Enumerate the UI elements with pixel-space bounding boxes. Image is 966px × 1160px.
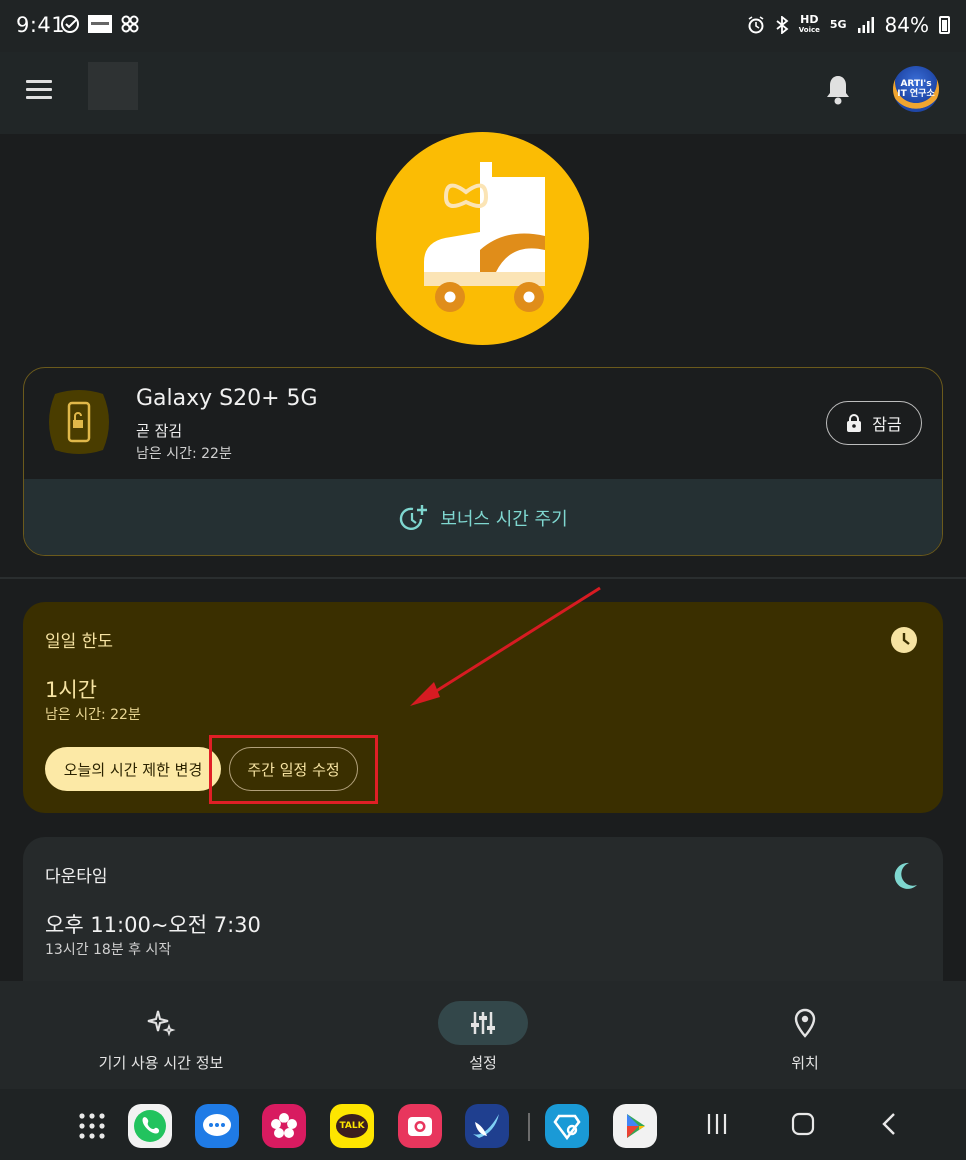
nav-icon-wrap: [760, 1001, 850, 1045]
sparkle-icon: [147, 1010, 176, 1037]
annotation-arrow: [410, 586, 601, 706]
section-divider: [0, 577, 966, 579]
status-time: 9:41: [16, 13, 66, 37]
dock-separator: [528, 1113, 530, 1141]
nav-item-screen-time[interactable]: 기기 사용 시간 정보: [0, 981, 322, 1089]
device-name: Galaxy S20+ 5G: [136, 386, 318, 411]
hd-voice-indicator: HD Voice: [798, 13, 820, 35]
roller-skate-icon: [424, 162, 545, 312]
downtime-title: 다운타임: [45, 867, 108, 887]
menu-icon: [26, 80, 52, 83]
link-app-icon[interactable]: [545, 1104, 589, 1148]
status-right-icons: HD Voice 5G 84%: [747, 13, 950, 37]
menu-icon-line: [26, 88, 52, 91]
battery-icon: [939, 16, 950, 34]
sliders-icon: [471, 1012, 495, 1034]
status-bar: 9:41 HD Voice 5G 84%: [0, 0, 966, 52]
downtime-starts-in: 13시간 18분 후 시작: [45, 942, 172, 958]
change-today-limit-button[interactable]: 오늘의 시간 제한 변경: [45, 747, 221, 791]
nav-item-settings[interactable]: 설정: [322, 981, 644, 1089]
bell-icon[interactable]: [824, 74, 852, 106]
recents-icon[interactable]: [704, 1111, 730, 1137]
menu-icon-line: [26, 96, 52, 99]
downtime-range: 오후 11:00~오전 7:30: [45, 913, 261, 937]
news-badge-icon: [88, 15, 112, 33]
family-link-screen: 9:41 HD Voice 5G 84% ARTI's IT 연구소 Galax…: [0, 0, 966, 1160]
bonus-time-button[interactable]: 보너스 시간 주기: [24, 479, 942, 555]
network-type: 5G: [829, 18, 847, 31]
nav-label: 설정: [469, 1054, 497, 1072]
bottom-navigation: 기기 사용 시간 정보 설정 위치: [0, 981, 966, 1089]
nav-label: 위치: [791, 1054, 819, 1072]
apps-grid-icon[interactable]: [70, 1104, 114, 1148]
battery-percent: 84%: [884, 13, 929, 37]
lock-button[interactable]: 잠금: [826, 401, 922, 445]
bluetooth-icon: [776, 16, 789, 34]
nav-item-location[interactable]: 위치: [644, 981, 966, 1089]
location-pin-icon: [794, 1008, 816, 1038]
nav-icon-wrap: [116, 1001, 206, 1045]
lock-button-label: 잠금: [872, 415, 902, 434]
home-icon[interactable]: [790, 1111, 816, 1137]
edit-weekly-schedule-button[interactable]: 주간 일정 수정: [229, 747, 358, 791]
voice-text: Voice: [798, 26, 820, 34]
clock-icon: [891, 627, 917, 653]
locked-phone-icon: [49, 390, 109, 454]
daily-limit-title: 일일 한도: [45, 632, 113, 652]
kakaotalk-label: TALK: [336, 1114, 368, 1138]
moon-icon: [894, 862, 917, 889]
device-card: Galaxy S20+ 5G 곧 잠김 남은 시간: 22분 잠금 보너스 시간…: [23, 367, 943, 556]
status-left-icons: [60, 14, 140, 34]
camera-app-icon[interactable]: [398, 1104, 442, 1148]
back-icon[interactable]: [878, 1111, 900, 1137]
clock-plus-icon: [400, 505, 428, 530]
redacted-title: [88, 62, 138, 110]
avatar-line1: ARTI's: [900, 79, 932, 89]
messages-app-icon[interactable]: [195, 1104, 239, 1148]
daily-limit-value: 1시간: [45, 678, 98, 702]
alarm-icon: [748, 16, 764, 34]
check-circle-icon: [61, 15, 79, 33]
nav-icon-wrap: [438, 1001, 528, 1045]
avatar-line2: IT 연구소: [897, 89, 935, 99]
nav-label: 기기 사용 시간 정보: [98, 1054, 224, 1072]
bonus-time-label: 보너스 시간 주기: [440, 509, 568, 530]
system-dock: TALK: [0, 1089, 966, 1160]
play-store-icon[interactable]: [613, 1104, 657, 1148]
app-bar: ARTI's IT 연구소: [0, 52, 966, 134]
daily-limit-remaining: 남은 시간: 22분: [45, 707, 141, 723]
lock-icon: [847, 414, 862, 432]
menu-button[interactable]: [26, 80, 52, 100]
blossom-app-icon[interactable]: [262, 1104, 306, 1148]
device-remaining-time: 남은 시간: 22분: [136, 446, 232, 462]
hd-text: HD: [800, 13, 819, 26]
avatar[interactable]: ARTI's IT 연구소: [893, 66, 939, 112]
phone-app-icon[interactable]: [128, 1104, 172, 1148]
signal-icon: [857, 17, 874, 33]
device-status: 곧 잠김: [136, 422, 183, 440]
hero-illustration: [376, 132, 589, 345]
pinwheel-icon: [121, 15, 139, 33]
bird-app-icon[interactable]: [465, 1104, 509, 1148]
kakaotalk-app-icon[interactable]: TALK: [330, 1104, 374, 1148]
device-info: Galaxy S20+ 5G 곧 잠김 남은 시간: 22분 잠금: [24, 368, 942, 479]
